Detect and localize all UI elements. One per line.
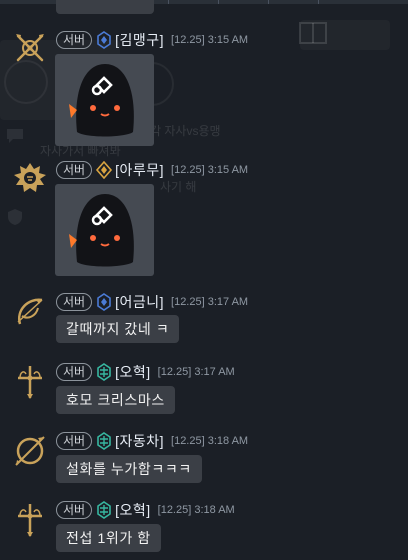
player-name[interactable]: [오혁] <box>115 362 151 382</box>
ghost-sticker-icon <box>69 194 134 267</box>
chat-bubble: 설화를 누가함ㅋㅋㅋ <box>56 455 202 483</box>
crossed-guns-emblem <box>16 34 44 62</box>
player-name[interactable]: [김맹구] <box>115 30 164 50</box>
rank-gem-icon <box>97 501 111 519</box>
player-name[interactable]: [오혁] <box>115 500 151 520</box>
timestamp: [12.25] 3:17 AM <box>171 296 249 308</box>
rank-gem-icon <box>97 363 111 381</box>
ghost-sticker <box>55 54 154 146</box>
background-text: 각 자사vs용맹 <box>150 124 221 138</box>
timestamp: [12.25] 3:15 AM <box>171 164 249 176</box>
bow-emblem <box>17 298 43 325</box>
lion-emblem <box>14 163 46 192</box>
background-chat-icon <box>7 129 23 143</box>
server-badge: 서버 <box>56 161 93 179</box>
bow-emblem <box>15 436 45 466</box>
rank-gem-icon <box>97 293 111 311</box>
background-ring <box>4 60 48 104</box>
chat-bubble: 호모 크리스마스 <box>56 386 175 414</box>
rank-gem-icon <box>97 31 111 49</box>
server-badge: 서버 <box>56 31 93 49</box>
background-book-icon <box>299 22 327 44</box>
timestamp: [12.25] 3:18 AM <box>171 435 249 447</box>
background-shield-icon <box>8 209 22 225</box>
server-badge: 서버 <box>56 293 93 311</box>
sword-emblem <box>18 504 42 537</box>
player-name[interactable]: [어금니] <box>115 292 164 312</box>
player-name[interactable]: [자동차] <box>115 431 164 451</box>
chat-bubble: 전섭 1위가 함 <box>56 524 161 552</box>
timestamp: [12.25] 3:17 AM <box>157 366 235 378</box>
ghost-sticker-icon <box>69 64 134 137</box>
player-name[interactable]: [아루무] <box>115 160 164 180</box>
server-badge: 서버 <box>56 432 93 450</box>
sword-emblem <box>18 366 42 399</box>
background-text: 사기 해 <box>160 180 197 194</box>
chat-bubble-partial <box>56 0 154 14</box>
chat-bubble: 갈때까지 갔네 ㅋ <box>56 315 180 343</box>
rank-gem-icon <box>96 161 113 179</box>
timestamp: [12.25] 3:15 AM <box>171 34 249 46</box>
server-badge: 서버 <box>56 363 93 381</box>
background-panel <box>300 20 390 50</box>
rank-gem-icon <box>97 432 111 450</box>
ghost-sticker <box>55 184 154 276</box>
server-badge: 서버 <box>56 501 93 519</box>
timestamp: [12.25] 3:18 AM <box>157 504 235 516</box>
